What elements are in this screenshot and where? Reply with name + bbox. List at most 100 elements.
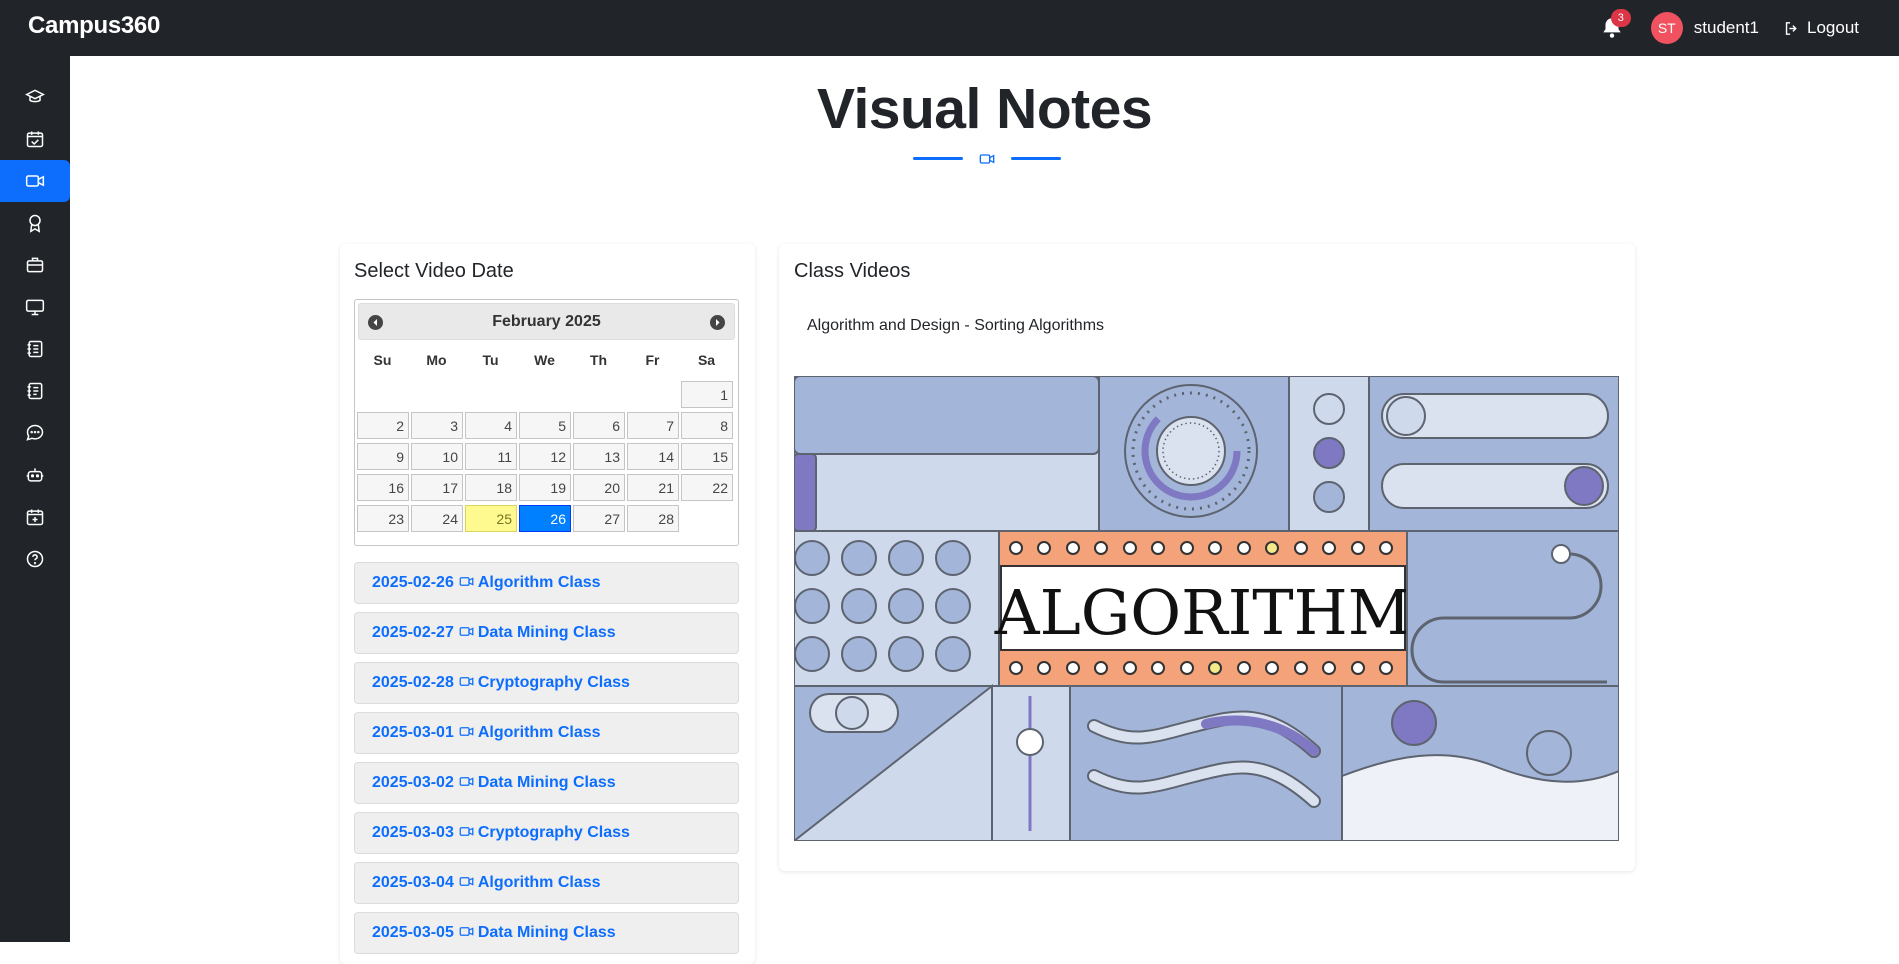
calendar-day[interactable]: 13	[573, 443, 625, 470]
calendar-day[interactable]: 28	[627, 505, 679, 532]
next-month-button[interactable]	[710, 315, 725, 330]
calendar-header: February 2025	[358, 303, 735, 340]
video-camera-icon	[459, 877, 474, 886]
header-right: 3 ST student1 Logout	[1599, 0, 1859, 56]
video-date-item[interactable]: 2025-03-04 Algorithm Class	[354, 862, 739, 904]
sidebar	[0, 56, 70, 942]
calendar-day[interactable]: 2	[357, 412, 409, 439]
video-class-name: Algorithm Class	[477, 874, 601, 891]
weekday-label: Fr	[645, 352, 660, 368]
weekday-label: Mo	[426, 352, 447, 368]
video-camera-icon	[459, 577, 474, 586]
calendar-day[interactable]: 27	[573, 505, 625, 532]
video-date-item[interactable]: 2025-03-03 Cryptography Class	[354, 812, 739, 854]
weekday-label: Th	[589, 352, 608, 368]
username[interactable]: student1	[1694, 18, 1759, 38]
video-date-heading: Select Video Date	[354, 260, 514, 282]
calendar-day[interactable]: 19	[519, 474, 571, 501]
award-icon	[29, 214, 41, 233]
calendar-plus-icon	[26, 509, 44, 526]
video-camera-icon	[459, 627, 474, 636]
calendar-day[interactable]: 8	[681, 412, 733, 439]
video-class-name: Cryptography Class	[477, 674, 630, 691]
video-camera-icon	[459, 777, 474, 786]
sidebar-item-notes[interactable]	[0, 370, 70, 412]
calendar-day[interactable]: 3	[411, 412, 463, 439]
sidebar-item-assistant[interactable]	[0, 454, 70, 496]
video-date: 2025-03-04	[372, 874, 454, 891]
video-date: 2025-03-05	[372, 924, 454, 941]
robot-icon	[26, 468, 44, 482]
calendar-day[interactable]: 22	[681, 474, 733, 501]
video-player[interactable]: ALGORITHM	[791, 375, 1620, 842]
video-class-name: Data Mining Class	[477, 624, 616, 641]
calendar-day[interactable]: 10	[411, 443, 463, 470]
calendar-day[interactable]: 16	[357, 474, 409, 501]
class-videos-heading: Class Videos	[794, 260, 911, 282]
sidebar-item-help[interactable]	[0, 538, 70, 580]
avatar[interactable]: ST	[1650, 12, 1683, 44]
calendar-day[interactable]: 15	[681, 443, 733, 470]
calendar-day[interactable]: 6	[573, 412, 625, 439]
sidebar-item-visual-notes[interactable]	[0, 160, 70, 202]
weekday-label: Su	[373, 352, 392, 368]
video-date-item[interactable]: 2025-03-01 Algorithm Class	[354, 712, 739, 754]
video-class-name: Algorithm Class	[477, 724, 601, 741]
weekday-label: We	[534, 352, 555, 368]
calendar-month-label: February 2025	[492, 313, 601, 330]
calendar-day[interactable]: 1	[681, 381, 733, 408]
sidebar-item-chat[interactable]	[0, 412, 70, 454]
video-camera-icon	[979, 154, 995, 164]
video-camera-icon	[25, 175, 45, 187]
calendar-day[interactable]: 23	[357, 505, 409, 532]
calendar-day[interactable]: 14	[627, 443, 679, 470]
calendar-day[interactable]: 12	[519, 443, 571, 470]
video-date: 2025-02-27	[372, 624, 454, 641]
calendar-day[interactable]: 21	[627, 474, 679, 501]
video-camera-icon	[459, 827, 474, 836]
calendar-day[interactable]: 11	[465, 443, 517, 470]
video-date: 2025-03-02	[372, 774, 454, 791]
sidebar-item-schedule[interactable]	[0, 496, 70, 538]
calendar-day[interactable]: 26	[519, 505, 571, 532]
logout-label: Logout	[1807, 18, 1859, 37]
page-title: Visual Notes	[816, 77, 1153, 141]
sidebar-item-online-classes[interactable]	[0, 286, 70, 328]
video-class-name: Data Mining Class	[477, 774, 616, 791]
weekday-label: Sa	[697, 352, 716, 368]
video-date-item[interactable]: 2025-02-28 Cryptography Class	[354, 662, 739, 704]
video-date-item[interactable]: 2025-02-26 Algorithm Class	[354, 562, 739, 604]
calendar-day[interactable]: 5	[519, 412, 571, 439]
chat-icon	[26, 424, 44, 441]
logout-button[interactable]: Logout	[1783, 18, 1859, 38]
weekday-label: Tu	[482, 352, 499, 368]
calendar-day[interactable]: 7	[627, 412, 679, 439]
sidebar-item-journal[interactable]	[0, 328, 70, 370]
calendar-day[interactable]: 24	[411, 505, 463, 532]
video-date-item[interactable]: 2025-02-27 Data Mining Class	[354, 612, 739, 654]
video-date-item[interactable]: 2025-03-05 Data Mining Class	[354, 912, 739, 954]
sidebar-item-achievements[interactable]	[0, 202, 70, 244]
calendar-day[interactable]: 18	[465, 474, 517, 501]
video-date: 2025-02-28	[372, 674, 454, 691]
calendar-day[interactable]: 9	[357, 443, 409, 470]
notifications-button[interactable]: 3	[1599, 9, 1631, 41]
video-class-name: Cryptography Class	[477, 824, 630, 841]
video-date: 2025-03-03	[372, 824, 454, 841]
brand-logo[interactable]: Campus360	[28, 12, 160, 40]
calendar-day[interactable]: 25	[465, 505, 517, 532]
briefcase-icon	[26, 257, 44, 273]
sidebar-item-attendance[interactable]	[0, 118, 70, 160]
calendar-day[interactable]: 17	[411, 474, 463, 501]
video-class-name: Data Mining Class	[477, 924, 616, 941]
video-thumbnail: ALGORITHM	[791, 375, 1620, 842]
calendar-day[interactable]: 4	[465, 412, 517, 439]
sidebar-item-courses[interactable]	[0, 76, 70, 118]
video-date-item[interactable]: 2025-03-02 Data Mining Class	[354, 762, 739, 804]
help-icon	[26, 550, 44, 568]
top-navbar: Campus360 3 ST student1 Logout	[0, 0, 1899, 56]
calendar-day[interactable]: 20	[573, 474, 625, 501]
graduation-cap-icon	[25, 89, 45, 103]
sidebar-item-placements[interactable]	[0, 244, 70, 286]
notification-badge: 3	[1610, 9, 1631, 27]
